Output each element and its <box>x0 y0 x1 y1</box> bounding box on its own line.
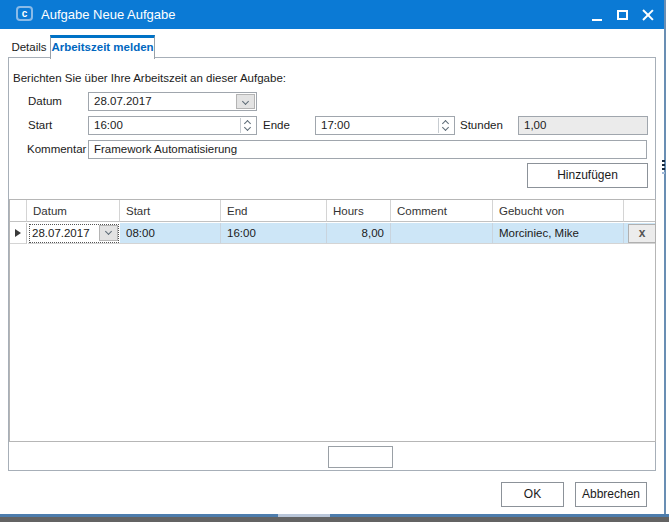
worklog-table: Datum Start End Hours Comment Gebucht vo… <box>9 199 656 442</box>
kommentar-input[interactable]: Framework Automatisierung <box>88 140 647 159</box>
row-datum-dropdown-button[interactable] <box>99 225 118 241</box>
row-comment-cell[interactable] <box>391 223 493 244</box>
col-header-hours[interactable]: Hours <box>327 200 391 222</box>
edge-artifact <box>662 168 665 170</box>
col-header-end[interactable]: End <box>221 200 327 222</box>
start-input[interactable]: 16:00 <box>88 116 257 135</box>
ende-input[interactable]: 17:00 <box>315 116 455 135</box>
datum-combobox[interactable]: 28.07.2017 <box>88 92 257 111</box>
chevron-down-icon <box>244 124 251 131</box>
kommentar-label: Kommentar <box>27 140 86 159</box>
col-header-gebucht-von[interactable]: Gebucht von <box>493 200 624 222</box>
col-header-datum[interactable]: Datum <box>27 200 120 222</box>
window-right-border <box>664 0 666 517</box>
hinzufuegen-button[interactable]: Hinzufügen <box>527 163 648 188</box>
col-header-start[interactable]: Start <box>120 200 221 222</box>
chevron-down-icon <box>105 228 112 235</box>
tab-arbeitszeit-melden[interactable]: Arbeitszeit melden <box>50 35 155 59</box>
row-end-cell[interactable]: 16:00 <box>221 223 327 244</box>
window-title: Aufgabe Neue Aufgabe <box>41 7 175 22</box>
row-datum-editor[interactable]: 28.07.2017 <box>28 223 120 244</box>
stunden-value: 1,00 <box>524 119 546 131</box>
delete-row-button[interactable]: x <box>628 224 656 243</box>
ende-label: Ende <box>263 116 290 135</box>
background-window-edge <box>0 517 669 522</box>
edge-artifact <box>662 172 665 174</box>
ende-value: 17:00 <box>321 119 350 131</box>
row-gebucht-von-cell[interactable]: Morciniec, Mike <box>493 223 624 244</box>
edge-artifact <box>662 164 665 166</box>
col-header-actions <box>624 200 655 222</box>
row-hours-cell[interactable]: 8,00 <box>327 223 391 244</box>
start-spinner[interactable] <box>240 118 255 133</box>
ende-spinner[interactable] <box>438 118 453 133</box>
row-selector-header <box>10 200 27 222</box>
maximize-icon[interactable] <box>617 10 628 20</box>
chevron-down-icon <box>442 124 449 131</box>
row-datum-value: 28.07.2017 <box>32 227 90 239</box>
stunden-label: Stunden <box>460 116 503 135</box>
tab-details[interactable]: Details <box>8 37 50 57</box>
col-header-comment[interactable]: Comment <box>391 200 493 222</box>
kommentar-value: Framework Automatisierung <box>94 143 237 155</box>
start-value: 16:00 <box>94 119 123 131</box>
datum-label: Datum <box>28 92 62 111</box>
edge-artifact <box>662 160 665 162</box>
app-icon: c <box>16 6 33 21</box>
row-selector-arrow-icon <box>15 229 21 237</box>
start-label: Start <box>28 116 52 135</box>
row-start-cell[interactable]: 08:00 <box>120 223 221 244</box>
close-icon[interactable] <box>642 9 654 21</box>
stunden-field: 1,00 <box>518 116 648 135</box>
minimize-icon[interactable] <box>592 19 602 21</box>
ok-button[interactable]: OK <box>501 482 564 507</box>
datum-dropdown-button[interactable] <box>236 94 255 109</box>
intro-label: Berichten Sie über Ihre Arbeitszeit an d… <box>13 72 286 84</box>
chevron-down-icon <box>242 98 249 105</box>
grid-footer-box[interactable] <box>328 446 393 468</box>
datum-value: 28.07.2017 <box>94 95 152 107</box>
abbrechen-button[interactable]: Abbrechen <box>575 482 647 507</box>
